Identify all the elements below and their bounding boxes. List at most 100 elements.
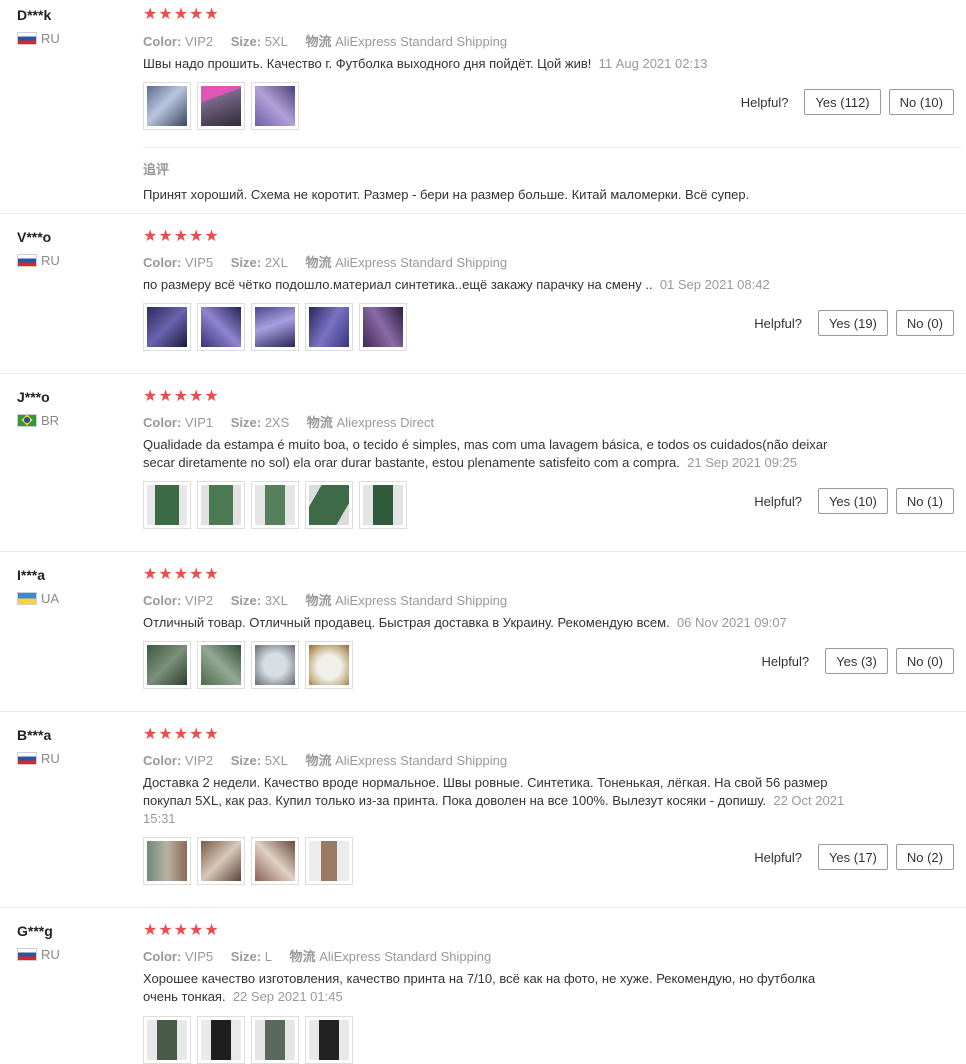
- helpful-no-button[interactable]: No (1): [895, 488, 954, 514]
- helpful-no-button[interactable]: No (10): [888, 89, 954, 115]
- shipping-label: 物流: [305, 255, 332, 270]
- review-photo[interactable]: [251, 641, 299, 689]
- review-date: 06 Nov 2021 09:07: [676, 615, 787, 630]
- order-attributes: Color: VIP2 Size: 5XL 物流 AliExpress Stan…: [143, 31, 507, 50]
- review-photo[interactable]: [305, 481, 353, 529]
- color-value: VIP5: [184, 255, 214, 270]
- order-attributes: Color: VIP1 Size: 2XS 物流 Aliexpress Dire…: [143, 412, 434, 431]
- color-label: Color:: [143, 34, 182, 49]
- size-value: 2XS: [264, 415, 290, 430]
- review-photo[interactable]: [305, 303, 353, 351]
- review-item: J***o BR ★★★★★ Color: VIP1 Size: 2XS 物流 …: [0, 374, 966, 552]
- additional-review: 追评 Принят хороший. Схема не коротит. Раз…: [143, 147, 961, 214]
- shipping-value: AliExpress Standard Shipping: [335, 34, 508, 49]
- review-text: Швы надо прошить. Качество г. Футболка в…: [143, 55, 853, 73]
- russia-flag-icon: [17, 752, 37, 765]
- helpful-yes-button[interactable]: Yes (19): [817, 310, 888, 336]
- shipping-label: 物流: [305, 34, 332, 49]
- order-attributes: Color: VIP5 Size: L 物流 AliExpress Standa…: [143, 946, 491, 965]
- review-photo[interactable]: [305, 641, 353, 689]
- order-attributes: Color: VIP2 Size: 3XL 物流 AliExpress Stan…: [143, 590, 507, 609]
- review-photo[interactable]: [251, 303, 299, 351]
- color-label: Color:: [143, 753, 182, 768]
- review-photos: [143, 303, 413, 351]
- review-photo[interactable]: [143, 1016, 191, 1064]
- review-photo[interactable]: [197, 1016, 245, 1064]
- helpful-voting: Helpful? Yes (10) No (1): [754, 488, 954, 514]
- country-code: RU: [41, 751, 60, 766]
- review-photo[interactable]: [143, 82, 191, 130]
- reviewer-country: RU: [17, 947, 60, 962]
- shipping-value: AliExpress Standard Shipping: [319, 949, 492, 964]
- review-photos: [143, 641, 359, 689]
- order-attributes: Color: VIP2 Size: 5XL 物流 AliExpress Stan…: [143, 750, 507, 769]
- additional-review-text: Принят хороший. Схема не коротит. Размер…: [143, 187, 750, 202]
- country-code: BR: [41, 413, 60, 428]
- color-value: VIP2: [184, 593, 214, 608]
- reviewer-country: BR: [17, 413, 59, 428]
- size-value: 2XL: [264, 255, 288, 270]
- reviewer-name: J***o: [17, 389, 50, 405]
- ukraine-flag-icon: [17, 592, 37, 605]
- shipping-label: 物流: [306, 415, 333, 430]
- reviewer-name: B***a: [17, 727, 52, 743]
- color-label: Color:: [143, 593, 182, 608]
- reviewer-info: B***a RU: [17, 727, 60, 766]
- star-rating: ★★★★★: [143, 726, 220, 743]
- review-text: Доставка 2 недели. Качество вроде нормал…: [143, 774, 853, 828]
- review-item: D***k RU ★★★★★ Color: VIP2 Size: 5XL 物流 …: [0, 0, 966, 214]
- helpful-yes-button[interactable]: Yes (17): [817, 844, 888, 870]
- review-photo[interactable]: [359, 481, 407, 529]
- helpful-label: Helpful?: [740, 94, 789, 110]
- reviewer-country: UA: [17, 591, 59, 606]
- review-photo[interactable]: [197, 82, 245, 130]
- size-label: Size:: [230, 415, 262, 430]
- review-photo[interactable]: [143, 481, 191, 529]
- review-photo[interactable]: [305, 1016, 353, 1064]
- additional-review-title: 追评: [143, 162, 170, 177]
- size-label: Size:: [230, 753, 262, 768]
- star-rating: ★★★★★: [143, 388, 220, 405]
- review-photo[interactable]: [251, 82, 299, 130]
- review-photo[interactable]: [197, 303, 245, 351]
- color-label: Color:: [143, 255, 182, 270]
- review-date: 11 Aug 2021 02:13: [598, 56, 708, 71]
- review-item: I***a UA ★★★★★ Color: VIP2 Size: 3XL 物流 …: [0, 552, 966, 712]
- review-photo[interactable]: [197, 641, 245, 689]
- helpful-no-button[interactable]: No (0): [895, 648, 954, 674]
- review-body: Швы надо прошить. Качество г. Футболка в…: [143, 56, 592, 71]
- review-photo[interactable]: [305, 837, 353, 885]
- review-photo[interactable]: [251, 481, 299, 529]
- review-photo[interactable]: [197, 837, 245, 885]
- reviewer-name: G***g: [17, 923, 53, 939]
- shipping-label: 物流: [289, 949, 316, 964]
- review-item: G***g RU ★★★★★ Color: VIP5 Size: L 物流 Al…: [0, 908, 966, 1064]
- review-photo[interactable]: [143, 303, 191, 351]
- shipping-label: 物流: [305, 753, 332, 768]
- helpful-yes-button[interactable]: Yes (3): [825, 648, 888, 674]
- review-text: Хорошее качество изготовления, качество …: [143, 970, 853, 1006]
- review-body: Доставка 2 недели. Качество вроде нормал…: [143, 775, 828, 808]
- review-photo[interactable]: [359, 303, 407, 351]
- reviewer-country: RU: [17, 31, 60, 46]
- color-value: VIP1: [184, 415, 214, 430]
- review-photo[interactable]: [251, 837, 299, 885]
- helpful-yes-button[interactable]: Yes (112): [804, 89, 881, 115]
- russia-flag-icon: [17, 254, 37, 267]
- shipping-value: AliExpress Standard Shipping: [335, 753, 508, 768]
- reviewer-country: RU: [17, 751, 60, 766]
- helpful-yes-button[interactable]: Yes (10): [817, 488, 888, 514]
- reviewer-name: I***a: [17, 567, 46, 583]
- star-rating: ★★★★★: [143, 566, 220, 583]
- review-photo[interactable]: [251, 1016, 299, 1064]
- helpful-no-button[interactable]: No (0): [895, 310, 954, 336]
- review-photo[interactable]: [197, 481, 245, 529]
- review-item: B***a RU ★★★★★ Color: VIP2 Size: 5XL 物流 …: [0, 712, 966, 908]
- country-code: UA: [41, 591, 60, 606]
- review-photo[interactable]: [143, 837, 191, 885]
- color-label: Color:: [143, 949, 182, 964]
- reviewer-info: J***o BR: [17, 389, 59, 428]
- helpful-no-button[interactable]: No (2): [895, 844, 954, 870]
- color-value: VIP5: [184, 949, 214, 964]
- review-photo[interactable]: [143, 641, 191, 689]
